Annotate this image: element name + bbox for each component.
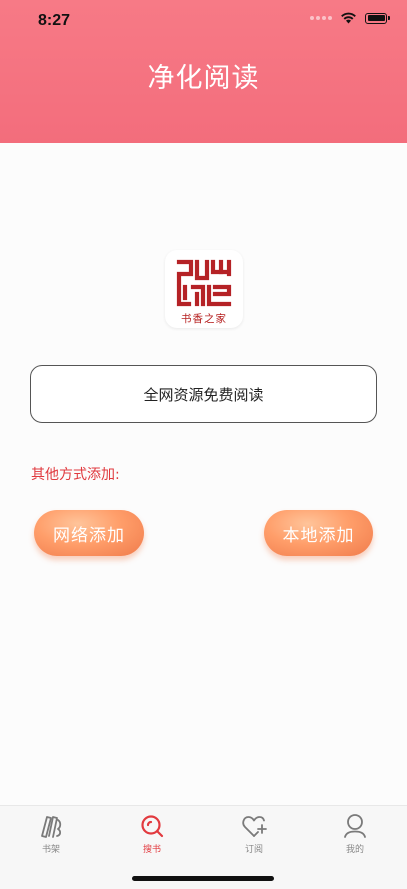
- status-icons: [310, 12, 390, 24]
- free-reading-text: 全网资源免费阅读: [143, 385, 264, 404]
- network-add-button[interactable]: 网络添加: [34, 510, 144, 556]
- other-methods-label: 其他方式添加:: [31, 467, 120, 483]
- search-icon: [141, 815, 164, 838]
- wifi-icon: [341, 12, 356, 24]
- network-add-label: 网络添加: [53, 525, 125, 546]
- tab-mine-label: 我的: [345, 845, 364, 855]
- signal-icon: [310, 16, 332, 20]
- tab-bookshelf[interactable]: 书架: [21, 812, 81, 855]
- heart-plus-icon: [242, 816, 267, 837]
- tab-mine[interactable]: 我的: [325, 812, 385, 855]
- page-title: 净化阅读: [147, 63, 260, 94]
- tab-bookshelf-label: 书架: [41, 845, 60, 855]
- local-add-label: 本地添加: [282, 525, 355, 546]
- status-time: 8:27: [38, 12, 71, 29]
- logo-caption: 书香之家: [181, 313, 227, 325]
- tab-search-label: 搜书: [142, 845, 161, 855]
- profile-icon: [344, 814, 366, 838]
- battery-icon: [365, 12, 390, 24]
- tab-search[interactable]: 搜书: [122, 812, 182, 855]
- bookshelf-icon: [41, 816, 62, 838]
- local-add-button[interactable]: 本地添加: [264, 510, 373, 556]
- tab-subscribe-label: 订阅: [244, 845, 263, 855]
- tab-subscribe[interactable]: 订阅: [224, 812, 284, 855]
- header-bar: 8:27 净化阅读: [0, 0, 407, 143]
- free-reading-banner[interactable]: 全网资源免费阅读: [30, 365, 377, 423]
- app-logo: 书香之家: [165, 250, 243, 328]
- home-indicator[interactable]: [132, 876, 274, 881]
